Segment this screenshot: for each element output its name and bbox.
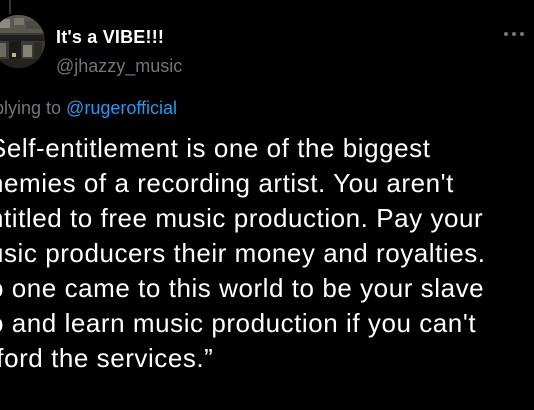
more-options-icon[interactable] — [500, 28, 534, 40]
tweet-line: o one came to this world to be your slav… — [0, 273, 485, 303]
replying-to-label: plying to — [0, 98, 67, 118]
tweet-line: usic producers their money and royalties… — [0, 238, 486, 268]
tweet-line: nemies of a recording artist. You aren't — [0, 168, 454, 198]
avatar[interactable] — [0, 15, 45, 68]
tweet-text: Self-entitlement is one of the biggest n… — [0, 131, 534, 376]
tweet-line: Self-entitlement is one of the biggest — [0, 133, 431, 163]
replying-to-line: plying to @rugerofficial — [0, 98, 177, 119]
mention-link[interactable]: @rugerofficial — [66, 98, 177, 118]
tweet-line: ntitled to free music production. Pay yo… — [0, 203, 484, 233]
tweet-line: fford the services.” — [0, 343, 214, 373]
tweet-line: o and learn music production if you can'… — [0, 308, 477, 338]
author-display-name[interactable]: It's a VIBE!!! — [56, 27, 164, 48]
author-handle[interactable]: @jhazzy_music — [56, 56, 182, 77]
thread-connector-line — [9, 0, 11, 14]
